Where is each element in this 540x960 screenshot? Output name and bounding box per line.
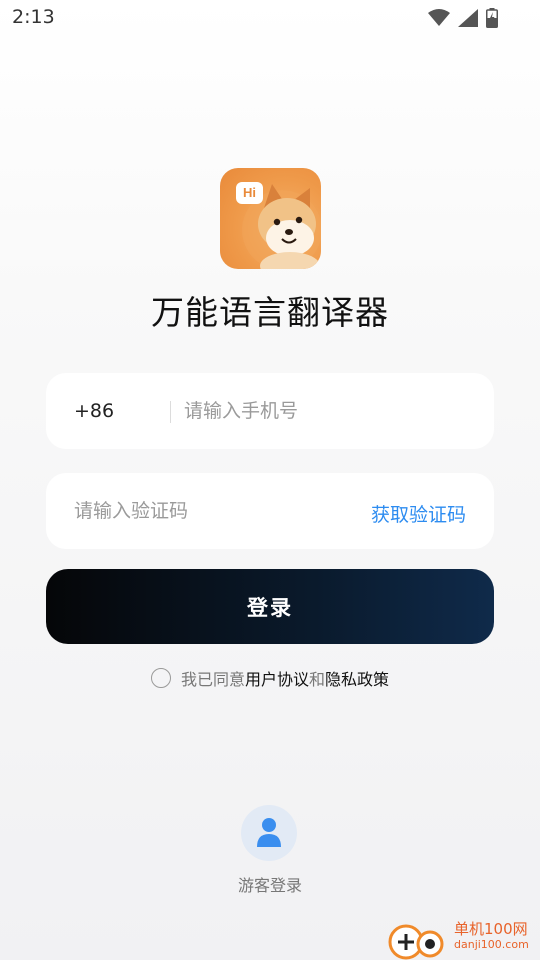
verification-code-input[interactable] xyxy=(74,493,324,529)
app-title: 万能语言翻译器 xyxy=(151,293,389,332)
signal-icon xyxy=(458,9,478,31)
shiba-dog-icon xyxy=(242,184,321,269)
agreement-checkbox[interactable] xyxy=(150,668,171,688)
guest-login-label[interactable]: 游客登录 xyxy=(0,872,540,896)
watermark-text: 单机100网 xyxy=(454,920,528,938)
phone-input[interactable] xyxy=(184,393,474,429)
guest-login-button[interactable] xyxy=(241,805,297,861)
wifi-icon xyxy=(428,9,450,31)
code-field-card: 获取验证码 xyxy=(46,473,494,549)
hi-badge: Hi xyxy=(236,182,263,204)
user-icon xyxy=(257,818,281,847)
watermark-logo-icon xyxy=(388,924,444,960)
login-button[interactable]: 登录 xyxy=(46,569,494,644)
agreement-and: 和 xyxy=(309,670,326,689)
phone-field-card: +86 xyxy=(46,373,494,449)
status-time: 2:13 xyxy=(12,6,55,28)
battery-charging-icon xyxy=(486,8,498,32)
user-agreement-link[interactable]: 用户协议 xyxy=(245,666,309,690)
get-code-button[interactable]: 获取验证码 xyxy=(371,500,466,527)
agreement-prefix: 我已同意 xyxy=(180,670,245,689)
status-bar: 2:13 xyxy=(0,0,540,36)
agreement-row: 我已同意 用户协议 和 隐私政策 xyxy=(0,666,540,690)
app-logo: Hi xyxy=(220,168,321,269)
watermark: 单机100网 danji100.com xyxy=(388,914,538,960)
watermark-url: danji100.com xyxy=(454,938,529,951)
country-code[interactable]: +86 xyxy=(74,400,114,422)
divider xyxy=(170,401,171,423)
privacy-policy-link[interactable]: 隐私政策 xyxy=(325,666,389,690)
status-icons xyxy=(428,8,498,32)
